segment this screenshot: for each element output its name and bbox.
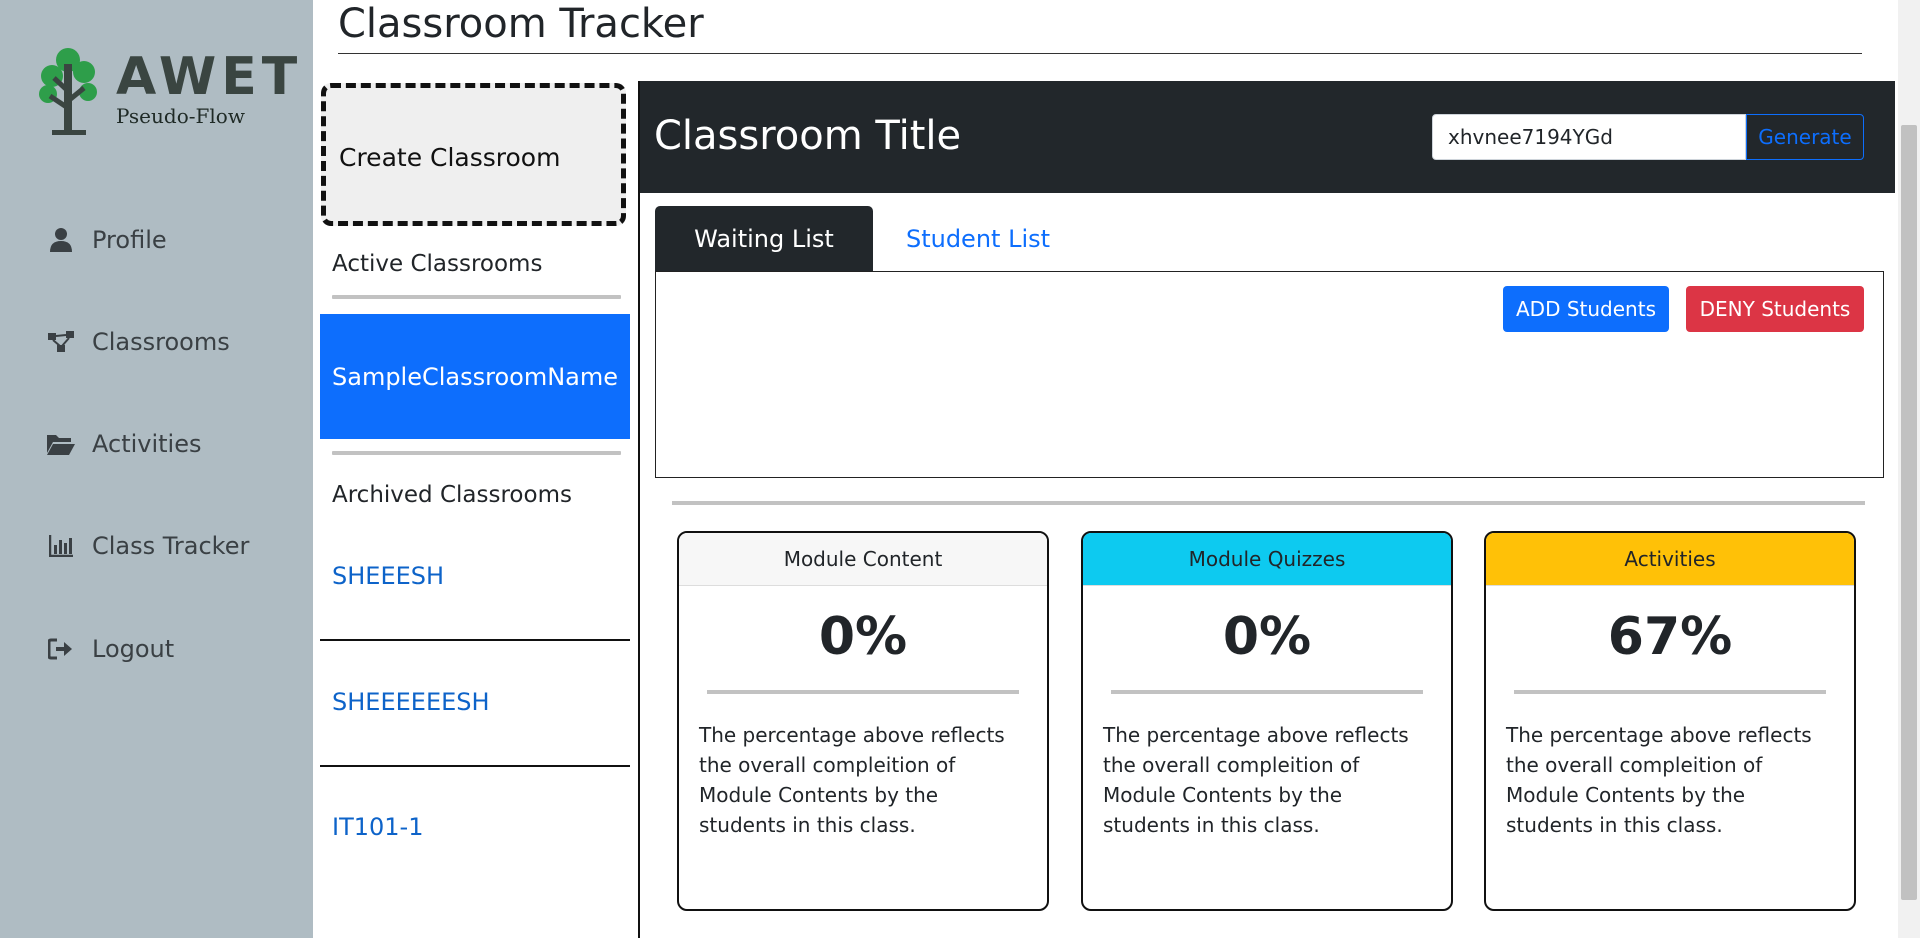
divider [672, 501, 1865, 505]
create-classroom-label: Create Classroom [339, 143, 561, 172]
sidebar-item-label: Profile [92, 226, 167, 254]
sidebar-item-class-tracker[interactable]: Class Tracker [46, 526, 249, 566]
page-title: Classroom Tracker [338, 1, 704, 47]
card-header: Module Quizzes [1083, 533, 1451, 586]
card-description: The percentage above reflects the overal… [1506, 723, 1812, 837]
share-nodes-icon [46, 329, 76, 355]
progress-card-activities: Activities 67% The percentage above refl… [1484, 531, 1856, 911]
divider [707, 690, 1019, 694]
waiting-list-content: ADD Students DENY Students [655, 271, 1884, 478]
header-divider [338, 53, 1862, 54]
archived-classrooms-heading: Archived Classrooms [332, 482, 572, 508]
sidebar-item-activities[interactable]: Activities [46, 424, 202, 464]
user-icon [46, 227, 76, 253]
logo-wordmark: AWET [116, 47, 303, 107]
sidebar-item-profile[interactable]: Profile [46, 220, 167, 260]
sidebar-item-label: Class Tracker [92, 532, 250, 560]
class-code-input[interactable] [1432, 114, 1746, 160]
sidebar: AWET Pseudo-Flow Profile Classrooms Acti… [0, 0, 313, 938]
classroom-title: Classroom Title [654, 113, 962, 159]
sidebar-item-logout[interactable]: Logout [46, 629, 174, 669]
progress-card-module-content: Module Content 0% The percentage above r… [677, 531, 1049, 911]
divider [332, 295, 621, 299]
tab-student-list[interactable]: Student List [888, 206, 1068, 272]
card-percentage: 0% [818, 607, 908, 667]
card-header: Module Content [679, 533, 1047, 586]
add-students-button[interactable]: ADD Students [1503, 286, 1669, 332]
classroom-panel-header: Classroom Title Generate [640, 81, 1895, 193]
logo-subtitle: Pseudo-Flow [116, 104, 245, 128]
classroom-item-archived[interactable]: SHEEEEEESH [332, 688, 490, 716]
active-classrooms-heading: Active Classrooms [332, 251, 543, 277]
sidebar-item-label: Classrooms [92, 328, 230, 356]
tree-logo-icon [39, 48, 97, 135]
generate-code-button[interactable]: Generate [1746, 114, 1864, 160]
sign-out-icon [46, 636, 76, 662]
divider [1111, 690, 1423, 694]
classroom-panel: Classroom Title Generate Waiting List St… [638, 81, 1895, 938]
classroom-item-archived[interactable]: SHEEESH [332, 562, 444, 590]
create-classroom-button[interactable]: Create Classroom [321, 83, 626, 226]
sidebar-item-label: Logout [92, 635, 175, 663]
app-logo: AWET Pseudo-Flow [38, 46, 297, 136]
divider [1514, 690, 1826, 694]
classroom-item-archived[interactable]: IT101-1 [332, 813, 423, 841]
divider [320, 765, 630, 767]
divider [320, 639, 630, 641]
card-description: The percentage above reflects the overal… [1103, 723, 1409, 837]
folder-open-icon [46, 431, 76, 457]
progress-card-module-quizzes: Module Quizzes 0% The percentage above r… [1081, 531, 1453, 911]
chart-bar-icon [46, 533, 76, 559]
page-scrollbar[interactable] [1898, 0, 1920, 938]
card-percentage: 67% [1607, 607, 1733, 667]
tab-waiting-list[interactable]: Waiting List [655, 206, 873, 272]
sidebar-item-classrooms[interactable]: Classrooms [46, 322, 230, 362]
scrollbar-thumb[interactable] [1901, 125, 1917, 900]
deny-students-button[interactable]: DENY Students [1686, 286, 1864, 332]
card-percentage: 0% [1222, 607, 1312, 667]
card-description: The percentage above reflects the overal… [699, 723, 1005, 837]
classroom-item-active[interactable]: SampleClassroomName [320, 314, 630, 439]
divider [332, 451, 621, 455]
card-header: Activities [1486, 533, 1854, 586]
sidebar-item-label: Activities [92, 430, 202, 458]
